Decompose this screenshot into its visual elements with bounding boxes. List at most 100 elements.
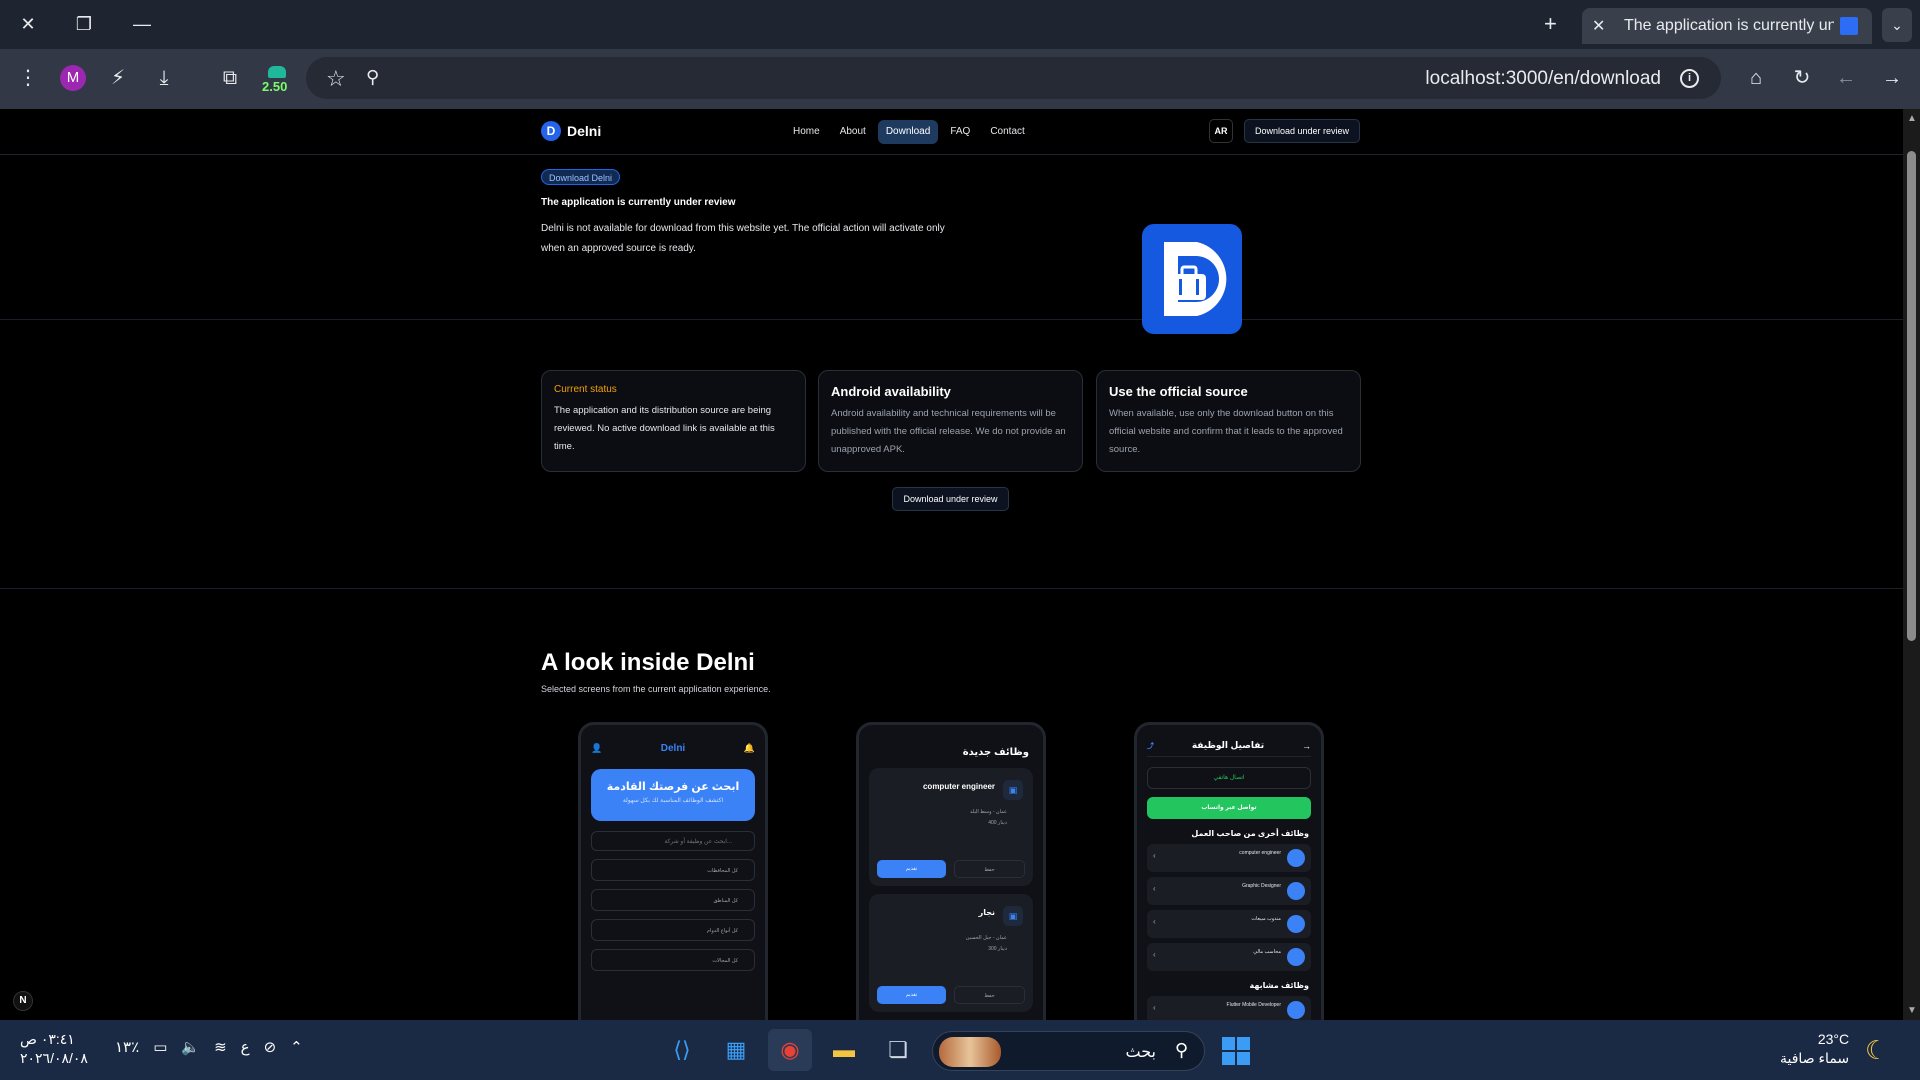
logo-mark-icon: D	[541, 121, 561, 141]
taskbar-search[interactable]: بحث ⚲	[932, 1031, 1205, 1071]
job-avatar	[1287, 1001, 1305, 1019]
moon-icon: ☾	[1865, 1035, 1889, 1065]
search-icon: ⚲	[1174, 1040, 1188, 1060]
battery-icon[interactable]: ▭	[153, 1038, 167, 1056]
vscode-icon[interactable]: ⟨⟩	[660, 1029, 704, 1071]
official-source-card: Use the official source When available, …	[1096, 370, 1361, 472]
phone-screen-job-details: ⤴ تفاصيل الوظيفة → اتصال هاتفي تواصل عبر…	[1134, 722, 1324, 1020]
browser-titlebar: ✕ ❐ — + ✕ The application is currently u…	[0, 0, 1920, 49]
nav-contact[interactable]: Contact	[982, 120, 1032, 144]
windows-start-icon[interactable]	[1222, 1037, 1250, 1065]
taskbar-apps: ⟨⟩ ▦ ◉ ▬ ❏	[660, 1029, 920, 1071]
app-logo-icon	[1142, 224, 1242, 334]
language-toggle-button[interactable]: AR	[1209, 119, 1233, 143]
employer-job-title: computer engineer	[1239, 850, 1281, 856]
weather-widget[interactable]: 23°C سماء صافية	[1780, 1030, 1849, 1068]
phone-screen-home: 👤 Delni 🔔 ابحث عن فرصتك القادمة اكتشف ال…	[578, 722, 768, 1020]
profile-avatar[interactable]: M	[60, 65, 86, 91]
input-language[interactable]: ع	[241, 1038, 250, 1056]
site-header: D Delni Home About Download FAQ Contact …	[0, 109, 1903, 155]
employer-job-title: مندوب مبيعات	[1251, 916, 1281, 922]
official-source-card-title: Use the official source	[1109, 384, 1248, 399]
nav-home[interactable]: Home	[785, 120, 828, 144]
similar-job-item: ‹ Flutter Mobile Developer	[1147, 996, 1311, 1020]
job-salary: 400 دينار	[988, 820, 1007, 826]
file-explorer-icon[interactable]: ▬	[822, 1029, 866, 1071]
phone-search: ابحث عن وظيفة أو شركة...	[591, 831, 755, 851]
similar-jobs-title: وظائف مشابهة	[1249, 981, 1310, 990]
store-icon[interactable]: ▦	[714, 1029, 758, 1071]
android-card-desc: Android availability and technical requi…	[831, 408, 1066, 455]
phone-filter: كل المناطق	[591, 889, 755, 911]
home-icon[interactable]: ⌂	[1742, 65, 1770, 91]
restore-window-icon[interactable]: ❐	[72, 12, 96, 36]
close-window-icon[interactable]: ✕	[16, 12, 40, 36]
nav-faq[interactable]: FAQ	[942, 120, 978, 144]
clock-time: ٠٣:٤١ ص	[20, 1031, 75, 1047]
bell-icon: 🔔	[743, 742, 755, 753]
close-tab-icon[interactable]: ✕	[1592, 16, 1610, 36]
zoom-icon[interactable]: ⚲	[366, 67, 379, 88]
menu-icon[interactable]: ⋮	[14, 65, 42, 91]
downloads-icon[interactable]: ⤓	[150, 65, 178, 91]
phone-filter: كل المحافظات	[591, 859, 755, 881]
job-card: ▣ computer engineer عمان - وسط البلد 400…	[869, 768, 1033, 886]
reload-icon[interactable]: ↻	[1788, 65, 1816, 91]
url-text[interactable]: localhost:3000/en/download	[1425, 68, 1661, 90]
phone-hero-subtitle: اكتشف الوظائف المناسبة لك بكل سهولة	[622, 798, 724, 804]
hero-title: The application is currently under revie…	[541, 197, 736, 208]
page-scrollbar[interactable]: ▲ ▼	[1903, 109, 1920, 1020]
scrollbar-thumb[interactable]	[1907, 151, 1916, 641]
phone-filter: كل أنواع الدوام	[591, 919, 755, 941]
new-tab-button[interactable]: +	[1544, 12, 1557, 36]
phone-filter: كل المجالات	[591, 949, 755, 971]
scroll-down-arrow-icon[interactable]: ▼	[1907, 1005, 1917, 1016]
nav-download[interactable]: Download	[877, 120, 939, 144]
weather-desc: سماء صافية	[1780, 1050, 1850, 1066]
windows-taskbar: ٠٣:٤١ ص ٢٠٢٦/٠٨/٠٨ ١٣٪ ▭ 🔈 ≋ ع ⊘ ⌃ ⟨⟩ ▦ …	[0, 1020, 1920, 1080]
bookmark-star-icon[interactable]: ☆	[326, 66, 346, 92]
chrome-icon[interactable]: ◉	[768, 1029, 812, 1071]
chevron-left-icon: ‹	[1153, 917, 1156, 926]
job-apply-button: تقديم	[877, 986, 946, 1004]
site-info-icon[interactable]: i	[1680, 69, 1699, 88]
similar-job-title: Flutter Mobile Developer	[1226, 1002, 1281, 1008]
hero-section: Download Delni The application is curren…	[0, 155, 1903, 320]
minimize-window-icon[interactable]: —	[130, 12, 154, 36]
wifi-icon[interactable]: ≋	[214, 1038, 227, 1056]
screens-subtitle: Selected screens from the current applic…	[541, 684, 771, 694]
employer-jobs-title: وظائف أخرى من صاحب العمل	[1191, 829, 1309, 838]
task-view-icon[interactable]: ❏	[876, 1029, 920, 1071]
dev-tools-badge[interactable]: N	[13, 991, 33, 1011]
nav-about[interactable]: About	[832, 120, 874, 144]
page-viewport: D Delni Home About Download FAQ Contact …	[0, 109, 1903, 1020]
weather-temp: 23°C	[1817, 1031, 1850, 1047]
performance-icon[interactable]: ⚡	[104, 65, 132, 91]
forward-icon[interactable]: →	[1878, 65, 1906, 91]
employer-job-item: ‹ computer engineer	[1147, 844, 1311, 872]
job-avatar	[1287, 948, 1305, 966]
battery-percent: ١٣٪	[115, 1039, 140, 1056]
clock[interactable]: ٠٣:٤١ ص ٢٠٢٦/٠٨/٠٨	[20, 1030, 88, 1068]
extension-badge[interactable]: 2.50	[262, 66, 292, 96]
employer-job-title: Graphic Designer	[1242, 883, 1281, 889]
share-icon: ⤴	[1147, 742, 1154, 750]
address-bar[interactable]: ☆ ⚲ localhost:3000/en/download i	[306, 57, 1721, 99]
volume-icon[interactable]: 🔈	[181, 1038, 200, 1056]
employer-job-item: ‹ Graphic Designer	[1147, 877, 1311, 905]
download-under-review-button[interactable]: Download under review	[892, 487, 1009, 511]
tray-expand-icon[interactable]: ⌃	[290, 1038, 303, 1056]
status-card-title: Current status	[554, 384, 617, 395]
site-logo[interactable]: D Delni	[541, 121, 601, 141]
back-icon[interactable]: ←	[1832, 65, 1860, 91]
browser-tab[interactable]: ✕ The application is currently und	[1582, 8, 1872, 44]
job-location: عمان - وسط البلد	[970, 809, 1007, 815]
job-save-button: حفظ	[954, 986, 1025, 1004]
android-card-title: Android availability	[831, 384, 951, 399]
header-download-button[interactable]: Download under review	[1244, 119, 1360, 143]
tab-search-button[interactable]: ⌄	[1882, 8, 1912, 42]
extensions-icon[interactable]: ⧉	[216, 65, 244, 91]
hidden-eye-icon[interactable]: ⊘	[264, 1038, 277, 1056]
phone-jobs-section-title: وظائف جديدة	[962, 747, 1029, 758]
scroll-up-arrow-icon[interactable]: ▲	[1907, 113, 1917, 124]
